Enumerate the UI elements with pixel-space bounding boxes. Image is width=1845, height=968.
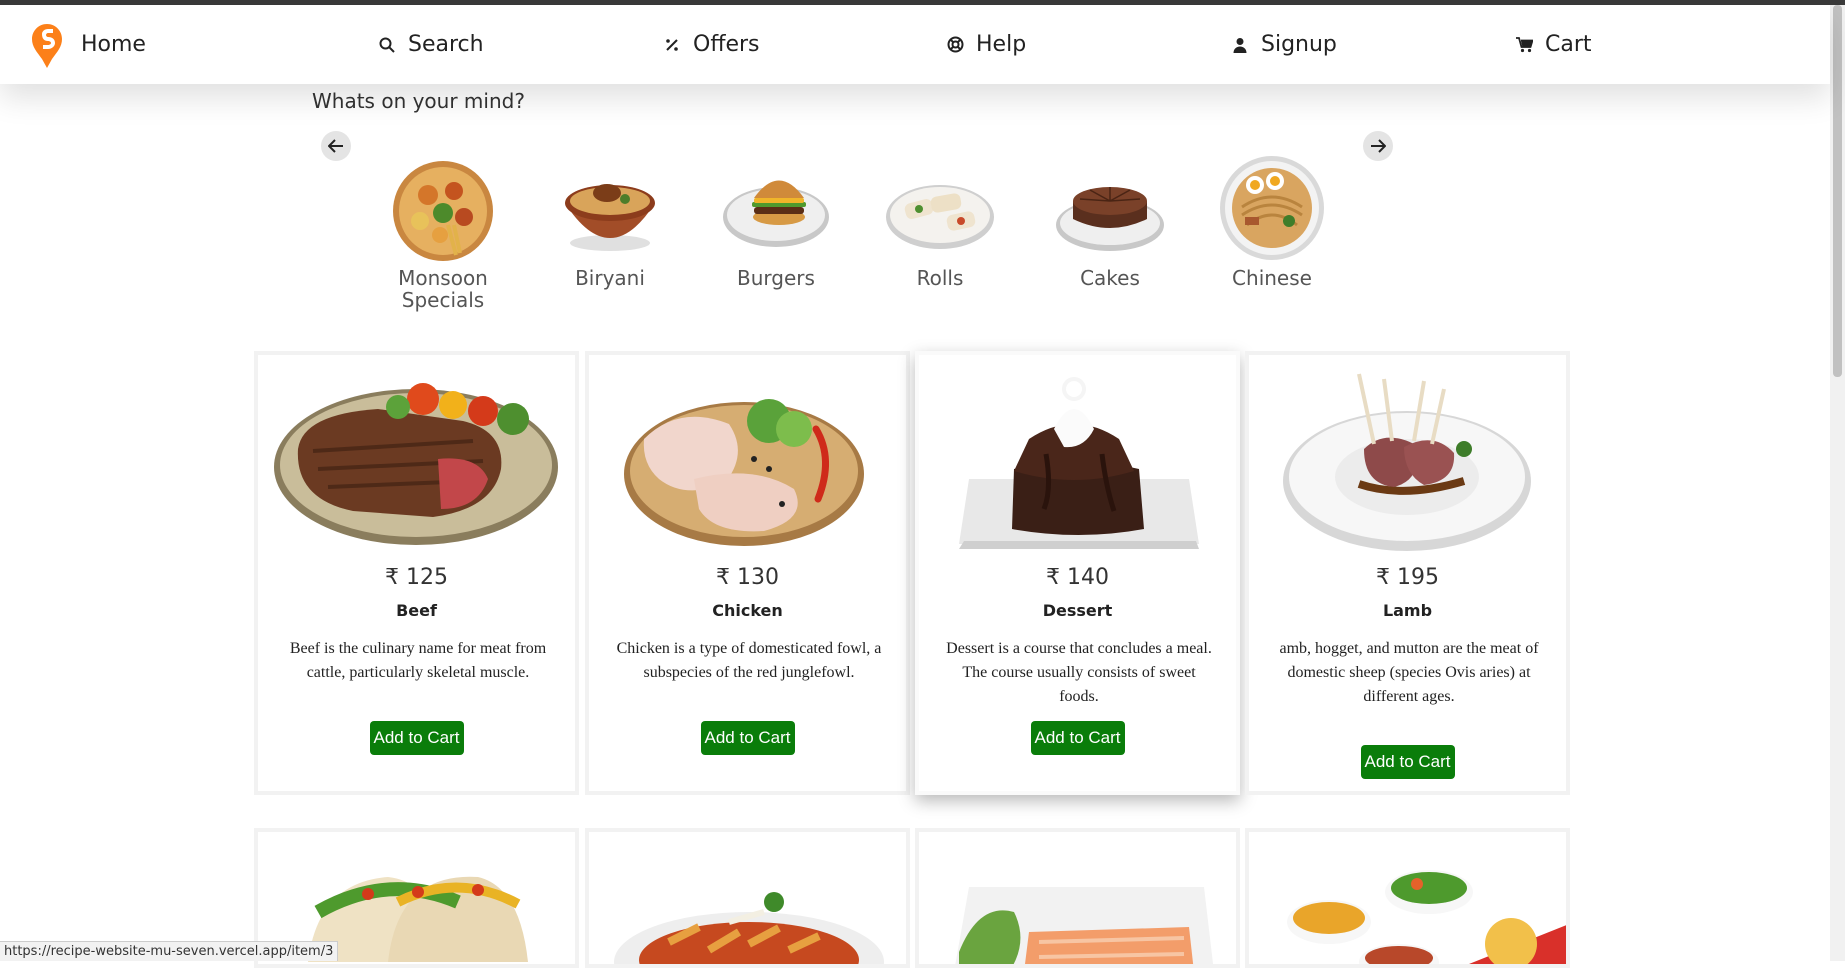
- item-description: amb, hogget, and mutton are the meat of …: [1274, 637, 1544, 709]
- nav-help[interactable]: Help: [946, 5, 1026, 84]
- item-description: Dessert is a course that concludes a mea…: [944, 637, 1214, 709]
- item-price: ₹ 130: [589, 565, 906, 590]
- search-icon: [378, 36, 396, 54]
- category-rolls[interactable]: Rolls: [870, 155, 1010, 289]
- item-description: Beef is the culinary name for meat from …: [283, 637, 553, 685]
- arrow-right-icon: [1370, 139, 1386, 153]
- cart-icon: [1515, 36, 1533, 54]
- price-value: 140: [1067, 565, 1109, 590]
- nav-offers-label: Offers: [693, 32, 760, 57]
- rupee-symbol: ₹: [385, 565, 399, 590]
- category-label: Rolls: [917, 267, 964, 289]
- nav-cart[interactable]: Cart: [1515, 5, 1592, 84]
- nav-search[interactable]: Search: [378, 5, 484, 84]
- item-description: Chicken is a type of domesticated fowl, …: [614, 637, 884, 685]
- beef-image: [273, 369, 560, 559]
- chinese-dish-image: [1217, 155, 1327, 265]
- salmon-image: [919, 832, 1240, 968]
- category-label: Biryani: [575, 267, 645, 289]
- category-label: Monsoon Specials: [388, 267, 498, 311]
- category-biryani[interactable]: Biryani: [540, 155, 680, 289]
- help-lifebuoy-icon: [946, 36, 964, 54]
- rupee-symbol: ₹: [1376, 565, 1390, 590]
- swiggy-logo[interactable]: [32, 24, 62, 68]
- food-card-dessert[interactable]: ₹ 140 Dessert Dessert is a course that c…: [915, 351, 1240, 795]
- browser-status-url: https://recipe-website-mu-seven.vercel.a…: [0, 941, 338, 961]
- cake-dish-image: [1055, 155, 1165, 265]
- food-card-salmon[interactable]: [915, 828, 1240, 968]
- arrow-left-icon: [328, 139, 344, 153]
- section-title: Whats on your mind?: [312, 89, 525, 113]
- price-value: 125: [406, 565, 448, 590]
- add-to-cart-button[interactable]: Add to Cart: [701, 721, 795, 755]
- percent-icon: [663, 36, 681, 54]
- price-value: 195: [1397, 565, 1439, 590]
- category-label: Burgers: [737, 267, 815, 289]
- item-price: ₹ 140: [919, 565, 1236, 590]
- category-monsoon-specials[interactable]: Monsoon Specials: [373, 155, 513, 311]
- user-icon: [1231, 36, 1249, 54]
- item-name: Lamb: [1249, 601, 1566, 620]
- carousel-prev-button[interactable]: [321, 131, 351, 161]
- chicken-image: [604, 369, 891, 559]
- food-card-sides[interactable]: [1245, 828, 1570, 968]
- item-price: ₹ 195: [1249, 565, 1566, 590]
- carousel-next-button[interactable]: [1363, 131, 1393, 161]
- nav-cart-label: Cart: [1545, 32, 1592, 57]
- burger-dish-image: [721, 155, 831, 265]
- category-chinese[interactable]: Chinese: [1202, 155, 1342, 289]
- nav-home[interactable]: Home: [81, 5, 146, 84]
- dessert-image: [934, 369, 1221, 559]
- biryani-dish-image: [555, 155, 665, 265]
- food-card-chicken[interactable]: ₹ 130 Chicken Chicken is a type of domes…: [585, 351, 910, 795]
- page-scrollbar-thumb[interactable]: [1833, 5, 1842, 377]
- item-price: ₹ 125: [258, 565, 575, 590]
- category-label: Chinese: [1232, 267, 1312, 289]
- add-to-cart-button[interactable]: Add to Cart: [1361, 745, 1455, 779]
- nav-signup-label: Signup: [1261, 32, 1337, 57]
- item-name: Beef: [258, 601, 575, 620]
- item-name: Dessert: [919, 601, 1236, 620]
- rupee-symbol: ₹: [716, 565, 730, 590]
- add-to-cart-button[interactable]: Add to Cart: [370, 721, 464, 755]
- rupee-symbol: ₹: [1046, 565, 1060, 590]
- food-card-lamb[interactable]: ₹ 195 Lamb amb, hogget, and mutton are t…: [1245, 351, 1570, 795]
- nav-signup[interactable]: Signup: [1231, 5, 1337, 84]
- top-navbar: Home Search Offers Help Signup Cart: [0, 5, 1830, 84]
- pasta-image: [589, 832, 910, 968]
- sides-image: [1249, 832, 1570, 968]
- category-cakes[interactable]: Cakes: [1040, 155, 1180, 289]
- category-burgers[interactable]: Burgers: [706, 155, 846, 289]
- nav-search-label: Search: [408, 32, 484, 57]
- nav-offers[interactable]: Offers: [663, 5, 760, 84]
- monsoon-specials-dish-image: [388, 155, 498, 265]
- nav-home-label: Home: [81, 32, 146, 57]
- price-value: 130: [737, 565, 779, 590]
- nav-help-label: Help: [976, 32, 1026, 57]
- lamb-image: [1264, 369, 1551, 559]
- food-card-beef[interactable]: ₹ 125 Beef Beef is the culinary name for…: [254, 351, 579, 795]
- rolls-dish-image: [885, 155, 995, 265]
- food-card-pasta[interactable]: [585, 828, 910, 968]
- category-label: Cakes: [1080, 267, 1140, 289]
- add-to-cart-button[interactable]: Add to Cart: [1031, 721, 1125, 755]
- item-name: Chicken: [589, 601, 906, 620]
